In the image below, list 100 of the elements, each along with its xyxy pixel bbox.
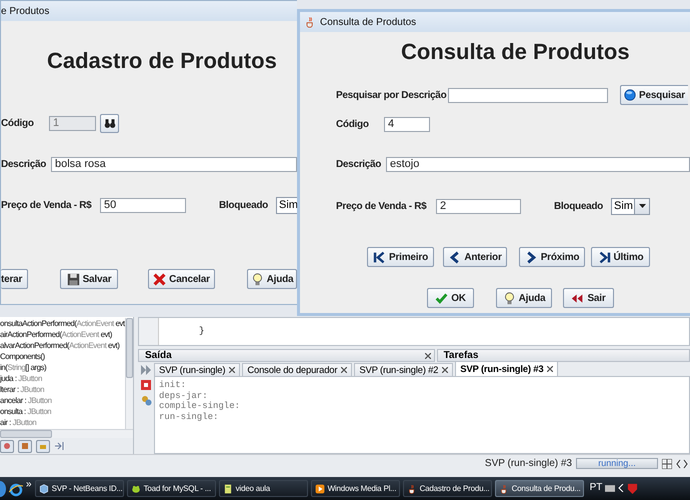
language-indicator[interactable]: PT: [590, 482, 602, 494]
filter-toggle-icon[interactable]: [18, 440, 32, 452]
form-button[interactable]: Ajuda: [247, 269, 297, 289]
form-button[interactable]: Salvar: [60, 269, 118, 289]
console-line: run-single:: [159, 412, 218, 422]
navigator-item[interactable]: juda : JButton: [0, 373, 125, 384]
navigation-button[interactable]: Primeiro: [367, 247, 434, 267]
window-title: Consulta de Produtos: [320, 16, 416, 28]
close-icon[interactable]: [442, 367, 448, 373]
notepad-icon: [222, 484, 233, 494]
price-field[interactable]: 2: [436, 198, 521, 214]
price-field[interactable]: 50: [100, 198, 186, 212]
cube-icon: [38, 484, 49, 494]
description-field[interactable]: bolsa rosa: [51, 156, 297, 172]
next-icon: [524, 250, 538, 264]
field-label: Código: [1, 118, 35, 128]
close-icon[interactable]: [341, 367, 348, 373]
search-button[interactable]: Pesquisar: [620, 85, 688, 105]
arrow-icon[interactable]: [54, 441, 66, 451]
console-line: compile-single:: [159, 401, 240, 412]
navigator-item[interactable]: in(String[] args): [0, 362, 125, 373]
scrollbar[interactable]: [0, 429, 133, 438]
search-button[interactable]: [100, 114, 119, 132]
form-button[interactable]: Cancelar: [148, 269, 215, 289]
action-button[interactable]: Sair: [563, 288, 614, 308]
first-record-icon: [373, 250, 386, 264]
last-record-icon: [598, 250, 611, 264]
dropdown-arrow-icon: [638, 204, 646, 208]
previous-icon: [448, 250, 462, 264]
code-line: }: [199, 327, 204, 336]
brackets-icon[interactable]: [676, 458, 688, 468]
navigator-item[interactable]: onsulta : JButton: [0, 406, 125, 417]
checkmark-icon: [435, 292, 448, 304]
field-label: Preço de Venda - R$: [336, 200, 428, 212]
navigation-button[interactable]: Anterior: [443, 247, 507, 267]
navigator-item[interactable]: lterar : JButton: [0, 384, 125, 395]
taskbar-item[interactable]: video aula: [218, 480, 308, 497]
console-line: deps-jar:: [159, 390, 208, 401]
scrollbar[interactable]: [125, 318, 133, 429]
action-button[interactable]: Ajuda: [496, 288, 552, 308]
sphere-icon: [624, 89, 636, 101]
binoculars-icon: [104, 117, 116, 129]
chevron-icon[interactable]: [618, 484, 624, 492]
field-label: Bloqueado: [554, 200, 604, 212]
close-icon[interactable]: [547, 366, 554, 372]
navigation-button[interactable]: Próximo: [519, 247, 585, 267]
field-label: Preço de Venda - R$: [1, 200, 92, 210]
taskbar-item[interactable]: Windows Media Pl...: [310, 480, 400, 497]
panel-title: Saída: [145, 350, 172, 361]
field-label: Descrição: [1, 158, 48, 170]
filter-toggle-icon[interactable]: [0, 440, 14, 452]
stop-icon[interactable]: [141, 380, 151, 390]
output-tab[interactable]: SVP (run-single): [154, 363, 240, 376]
taskbar-item[interactable]: Cadastro de Produ...: [402, 480, 492, 497]
field-label: Pesquisar por Descrição: [336, 90, 448, 100]
browser-icon[interactable]: [9, 483, 23, 497]
start-orb-icon[interactable]: [0, 481, 6, 497]
close-icon: [153, 272, 166, 286]
field-label: Bloqueado: [219, 200, 269, 210]
search-field[interactable]: [448, 88, 608, 102]
navigator-item[interactable]: Components(): [0, 351, 125, 362]
blocked-combo-box[interactable]: Sim: [611, 198, 650, 214]
close-icon[interactable]: [424, 352, 431, 358]
panel-title: Tarefas: [444, 350, 478, 361]
action-button[interactable]: OK: [427, 288, 474, 308]
window-title: e Produtos: [1, 6, 50, 16]
description-field[interactable]: estojo: [386, 156, 690, 172]
navigator-item[interactable]: air : JButton: [0, 417, 125, 428]
double-arrow-icon: [571, 292, 584, 304]
progress-text: running...: [597, 459, 637, 468]
blocked-combo-box[interactable]: Sim: [276, 196, 298, 214]
java-cup-icon: [498, 484, 509, 494]
taskbar-item[interactable]: Consulta de Produ...: [494, 480, 584, 497]
output-tab[interactable]: SVP (run-single) #3: [455, 361, 558, 376]
lightbulb-icon: [250, 272, 264, 286]
sort-icon[interactable]: [36, 440, 50, 452]
taskbar-item[interactable]: Toad for MySQL - ...: [126, 480, 216, 497]
heading: Cadastro de Produtos: [47, 48, 277, 74]
output-tab[interactable]: SVP (run-single) #2: [354, 363, 454, 376]
code-field[interactable]: 4: [384, 116, 430, 132]
taskbar-item[interactable]: SVP - NetBeans ID...: [34, 480, 124, 497]
grid-icon[interactable]: [662, 458, 672, 468]
form-button[interactable]: terar: [1, 269, 28, 289]
output-tab[interactable]: Console do depurador: [242, 363, 352, 376]
code-editor[interactable]: }: [138, 317, 690, 346]
navigation-button[interactable]: Último: [591, 247, 650, 267]
rerun-icon[interactable]: [141, 365, 151, 375]
heading: Consulta de Produtos: [401, 39, 630, 65]
lightbulb-icon: [502, 292, 516, 304]
navigator-item[interactable]: airActionPerformed(ActionEvent evt): [0, 329, 125, 340]
field-label: Descrição: [336, 158, 382, 170]
navigator-item[interactable]: ancelar : JButton: [0, 395, 125, 406]
java-cup-icon: [406, 484, 417, 494]
frog-icon: [130, 484, 141, 494]
keyboard-icon[interactable]: [605, 485, 616, 492]
more-button[interactable]: »: [26, 479, 32, 491]
close-icon[interactable]: [229, 367, 236, 373]
gear-icon[interactable]: [140, 395, 152, 406]
navigator-item[interactable]: alvarActionPerformed(ActionEvent evt): [0, 340, 125, 351]
navigator-item[interactable]: onsultaActionPerformed(ActionEvent evt: [0, 318, 125, 329]
